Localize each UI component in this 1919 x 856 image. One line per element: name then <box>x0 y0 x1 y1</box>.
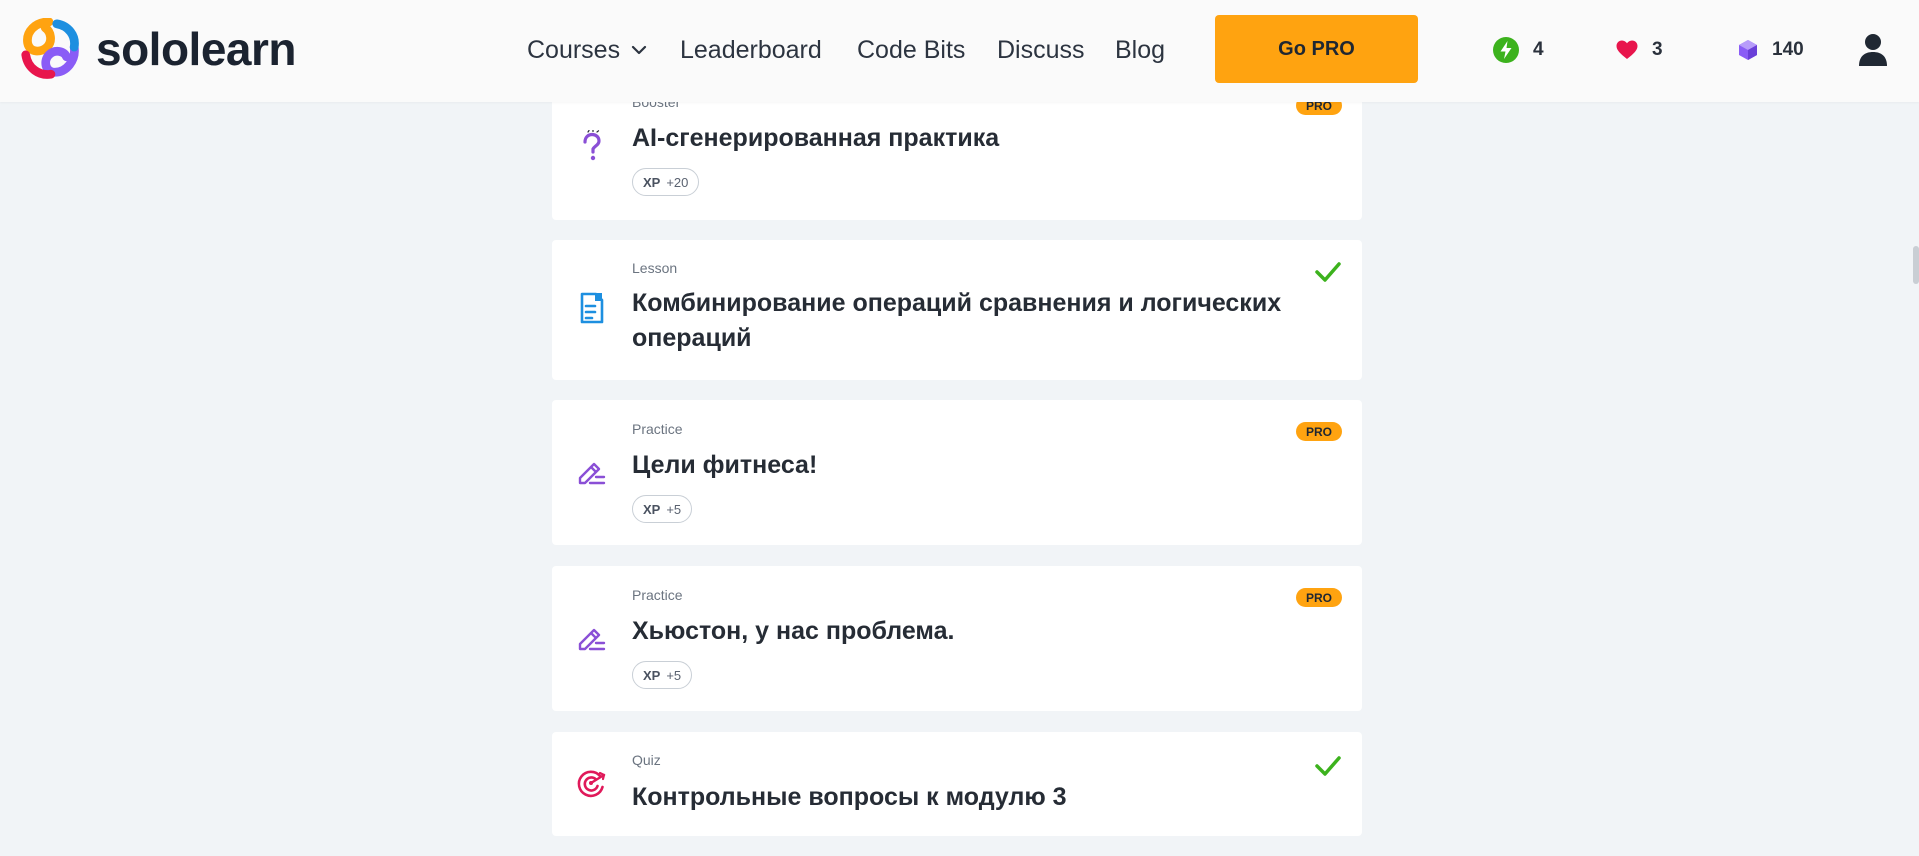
card-title: Контрольные вопросы к модулю 3 <box>632 783 1067 811</box>
heart-icon <box>1616 40 1638 59</box>
nav-discuss[interactable]: Discuss <box>997 0 1085 100</box>
card-type-label: Quiz <box>632 752 661 768</box>
top-header: sololearn Courses Leaderboard Code Bits … <box>0 0 1919 102</box>
xp-value: +20 <box>666 174 689 190</box>
xp-label: XP <box>643 667 661 683</box>
nav-courses-label: Courses <box>527 35 621 64</box>
chevron-down-icon <box>631 45 647 55</box>
lesson-card-practice-fitness[interactable]: Practice PRO Цели фитнеса! XP +5 <box>552 400 1362 545</box>
card-type-label: Practice <box>632 587 683 603</box>
card-type-label: Practice <box>632 421 683 437</box>
streak-counter[interactable]: 4 <box>1493 0 1544 100</box>
pencil-icon <box>578 462 606 485</box>
document-icon <box>580 292 604 324</box>
sololearn-logo-icon <box>21 18 79 79</box>
scrollbar-thumb[interactable] <box>1913 246 1919 284</box>
gems-counter[interactable]: 140 <box>1738 0 1804 100</box>
page: sololearn Courses Leaderboard Code Bits … <box>0 0 1919 856</box>
sololearn-logo[interactable]: sololearn <box>18 17 297 81</box>
hearts-counter[interactable]: 3 <box>1616 0 1663 100</box>
nav-code-bits[interactable]: Code Bits <box>857 0 965 100</box>
gems-count: 140 <box>1772 39 1804 60</box>
target-icon <box>577 770 606 798</box>
xp-reward-chip: XP +5 <box>632 661 693 689</box>
nav-leaderboard[interactable]: Leaderboard <box>680 0 822 100</box>
xp-label: XP <box>643 501 661 517</box>
xp-value: +5 <box>666 501 682 517</box>
pencil-icon <box>578 628 606 651</box>
lesson-card-practice-houston[interactable]: Practice PRO Хьюстон, у нас проблема. XP… <box>552 566 1362 711</box>
xp-reward-chip: XP +5 <box>632 495 693 523</box>
brand-name: sololearn <box>96 23 297 75</box>
card-title: Комбинирование операций сравнения и логи… <box>632 289 1282 352</box>
gem-icon <box>1739 40 1757 60</box>
user-icon[interactable] <box>1858 33 1888 67</box>
card-title: Хьюстон, у нас проблема. <box>632 617 955 645</box>
card-title: AI-сгенерированная практика <box>632 124 1000 152</box>
pro-badge: PRO <box>1296 588 1342 607</box>
nav-courses[interactable]: Courses <box>527 0 648 100</box>
question-mark-icon <box>583 130 601 161</box>
checkmark-icon <box>1315 262 1341 282</box>
card-title: Цели фитнеса! <box>632 451 818 479</box>
xp-reward-chip: XP +20 <box>632 168 700 196</box>
pro-badge: PRO <box>1296 422 1342 441</box>
lesson-card-booster[interactable]: Booster PRO AI-сгенерированная практика … <box>552 84 1362 220</box>
go-pro-button[interactable]: Go PRO <box>1215 15 1418 83</box>
lightning-icon <box>1493 37 1519 63</box>
streak-count: 4 <box>1533 39 1544 60</box>
hearts-count: 3 <box>1652 39 1663 60</box>
xp-value: +5 <box>666 667 682 683</box>
nav-blog[interactable]: Blog <box>1115 0 1165 100</box>
lesson-card-lesson[interactable]: Lesson Комбинирование операций сравнения… <box>552 240 1362 380</box>
lesson-card-quiz[interactable]: Quiz Контрольные вопросы к модулю 3 <box>552 732 1362 836</box>
checkmark-icon <box>1315 756 1341 776</box>
card-type-label: Lesson <box>632 260 678 276</box>
xp-label: XP <box>643 174 661 190</box>
